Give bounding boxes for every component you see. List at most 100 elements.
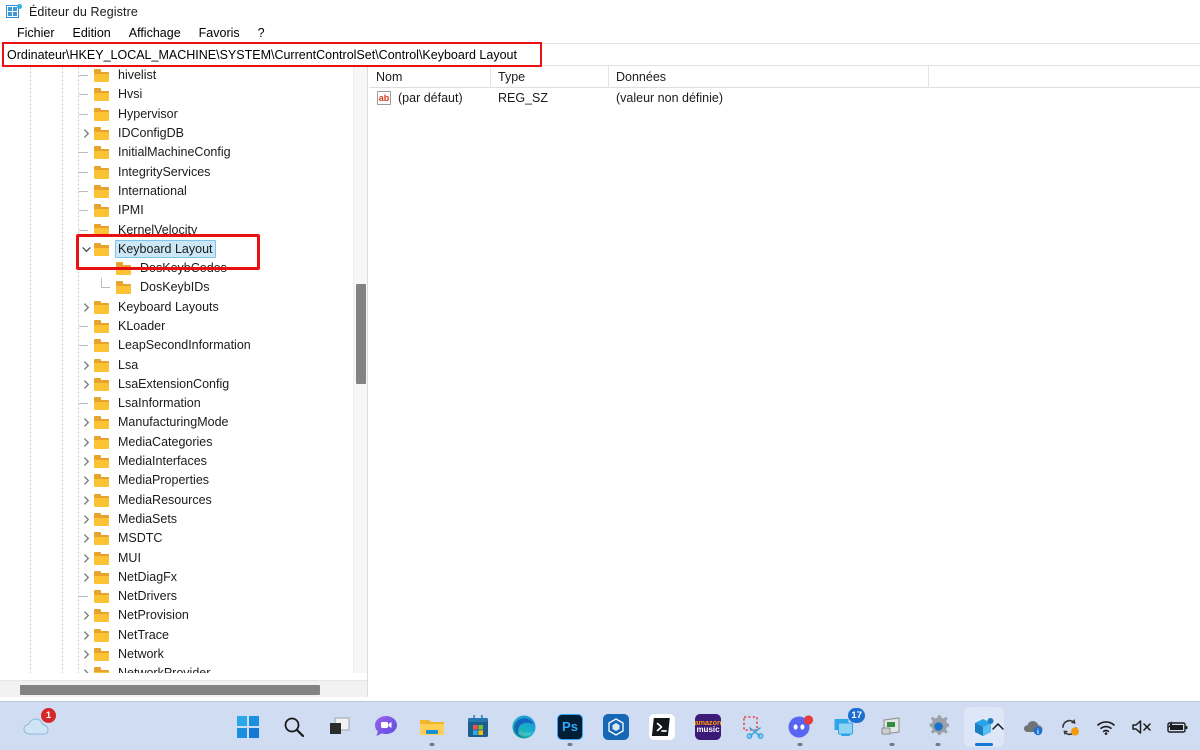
tree-item-manufacturingmode[interactable]: ManufacturingMode — [0, 413, 354, 432]
folder-icon — [94, 107, 110, 121]
tree-item-label: MSDTC — [118, 531, 163, 546]
value-name-cell: (par défaut) — [398, 91, 463, 105]
column-header-donnees[interactable]: Données — [609, 66, 929, 88]
tree-item-label: DosKeybCodes — [140, 261, 227, 276]
search-icon[interactable] — [274, 707, 314, 747]
registry-tree-viewport: hivelist Hvsi Hypervisor IDConfigDB InitialM… — [0, 66, 354, 673]
chevron-right-icon[interactable] — [78, 645, 94, 664]
tree-item-mediaproperties[interactable]: MediaProperties — [0, 471, 354, 490]
chevron-right-icon[interactable] — [78, 298, 94, 317]
tree-item-keyboard-layouts[interactable]: Keyboard Layouts — [0, 298, 354, 317]
tree-horizontal-scrollbar-thumb[interactable] — [20, 685, 320, 695]
tree-item-nettrace[interactable]: NetTrace — [0, 626, 354, 645]
scanner-icon[interactable] — [872, 707, 912, 747]
chevron-right-icon[interactable] — [78, 664, 94, 673]
chevron-right-icon[interactable] — [78, 626, 94, 645]
tree-item-mediasets[interactable]: MediaSets — [0, 510, 354, 529]
chat-teams-icon[interactable] — [366, 707, 406, 747]
onedrive-cloud-icon[interactable]: 1 — [17, 707, 57, 747]
menu-favoris[interactable]: Favoris — [190, 23, 249, 43]
chevron-right-icon[interactable] — [78, 356, 94, 375]
chevron-right-icon[interactable] — [78, 124, 94, 143]
tree-item-idconfigdb[interactable]: IDConfigDB — [0, 124, 354, 143]
chevron-right-icon[interactable] — [78, 452, 94, 471]
tree-item-ipmi[interactable]: IPMI — [0, 201, 354, 220]
3d-viewer-icon[interactable] — [596, 707, 636, 747]
tree-item-integrityservices[interactable]: IntegrityServices — [0, 162, 354, 181]
tree-item-mui[interactable]: MUI — [0, 548, 354, 567]
table-row[interactable]: ab (par défaut) REG_SZ (valeur non défin… — [369, 88, 1200, 108]
tree-item-hypervisor[interactable]: Hypervisor — [0, 105, 354, 124]
tree-item-netdrivers[interactable]: NetDrivers — [0, 587, 354, 606]
battery-icon[interactable] — [1165, 712, 1191, 742]
chevron-down-icon[interactable] — [78, 240, 94, 259]
tree-vertical-scrollbar-thumb[interactable] — [356, 284, 366, 384]
tree-item-lsaextensionconfig[interactable]: LsaExtensionConfig — [0, 375, 354, 394]
tree-item-netdiagfx[interactable]: NetDiagFx — [0, 568, 354, 587]
tree-item-networkprovider[interactable]: NetworkProvider — [0, 664, 354, 673]
tree-item-network[interactable]: Network — [0, 645, 354, 664]
chevron-right-icon[interactable] — [78, 491, 94, 510]
tree-item-lsainformation[interactable]: LsaInformation — [0, 394, 354, 413]
start-button-icon[interactable] — [228, 707, 268, 747]
tree-item-mediainterfaces[interactable]: MediaInterfaces — [0, 452, 354, 471]
tree-item-label: Hypervisor — [118, 106, 178, 121]
microsoft-edge-icon[interactable] — [504, 707, 544, 747]
tree-item-msdtc[interactable]: MSDTC — [0, 529, 354, 548]
windows-update-sync-icon[interactable] — [1057, 712, 1083, 742]
volume-muted-icon[interactable] — [1129, 712, 1155, 742]
tree-item-kloader[interactable]: KLoader — [0, 317, 354, 336]
menu-fichier[interactable]: Fichier — [8, 23, 64, 43]
address-input[interactable]: Ordinateur\HKEY_LOCAL_MACHINE\SYSTEM\Cur… — [2, 45, 1198, 65]
tree-item-international[interactable]: International — [0, 182, 354, 201]
tree-horizontal-scrollbar[interactable] — [0, 680, 367, 697]
column-header-type[interactable]: Type — [491, 66, 609, 88]
tree-item-label: Hvsi — [118, 87, 143, 102]
tree-item-hivelist[interactable]: hivelist — [0, 66, 354, 85]
chevron-right-icon[interactable] — [78, 529, 94, 548]
remote-desktop-icon[interactable]: 17 — [826, 707, 866, 747]
tree-item-mediacategories[interactable]: MediaCategories — [0, 433, 354, 452]
registry-tree-pane[interactable]: hivelist Hvsi Hypervisor IDConfigDB InitialM… — [0, 66, 368, 697]
tree-item-mediaresources[interactable]: MediaResources — [0, 491, 354, 510]
microsoft-store-icon[interactable] — [458, 707, 498, 747]
photoshop-icon[interactable]: Ps — [550, 707, 590, 747]
tree-item-lsa[interactable]: Lsa — [0, 355, 354, 374]
chevron-right-icon[interactable] — [78, 606, 94, 625]
chevron-right-icon[interactable] — [78, 471, 94, 490]
chevron-right-icon[interactable] — [78, 413, 94, 432]
tree-item-keyboard-layout[interactable]: Keyboard Layout — [0, 240, 354, 259]
snipping-tool-icon[interactable] — [734, 707, 774, 747]
menu-affichage[interactable]: Affichage — [120, 23, 190, 43]
terminal-icon[interactable] — [642, 707, 682, 747]
chevron-right-icon[interactable] — [78, 375, 94, 394]
chevron-right-icon[interactable] — [78, 568, 94, 587]
tree-item-leapsecondinformation[interactable]: LeapSecondInformation — [0, 336, 354, 355]
tree-item-doskeybids[interactable]: DosKeybIDs — [0, 278, 354, 297]
task-view-icon[interactable] — [320, 707, 360, 747]
settings-gear-icon[interactable] — [918, 707, 958, 747]
chevron-right-icon[interactable] — [78, 510, 94, 529]
tree-item-label: International — [118, 183, 187, 198]
tree-item-label: ManufacturingMode — [118, 415, 229, 430]
show-hidden-icons-chevron-icon[interactable] — [985, 712, 1011, 742]
discord-icon[interactable] — [780, 707, 820, 747]
chevron-right-icon[interactable] — [78, 549, 94, 568]
tree-item-doskeybcodes[interactable]: DosKeybCodes — [0, 259, 354, 278]
wifi-icon[interactable] — [1093, 712, 1119, 742]
menu-aide[interactable]: ? — [249, 23, 274, 43]
tree-item-hvsi[interactable]: Hvsi — [0, 85, 354, 104]
chevron-right-icon[interactable] — [78, 433, 94, 452]
onedrive-tray-icon[interactable]: i — [1021, 712, 1047, 742]
file-explorer-icon[interactable] — [412, 707, 452, 747]
column-header-nom[interactable]: Nom — [369, 66, 491, 88]
registry-values-pane[interactable]: Nom Type Données ab (par défaut) REG_SZ … — [369, 66, 1200, 697]
folder-icon — [94, 127, 110, 141]
menu-edition[interactable]: Edition — [64, 23, 120, 43]
tree-item-kernelvelocity[interactable]: KernelVelocity — [0, 220, 354, 239]
tree-vertical-scrollbar[interactable] — [353, 66, 367, 673]
tree-item-initialmachineconfig[interactable]: InitialMachineConfig — [0, 143, 354, 162]
tree-item-netprovision[interactable]: NetProvision — [0, 606, 354, 625]
amazon-music-icon[interactable]: amazon music — [688, 707, 728, 747]
